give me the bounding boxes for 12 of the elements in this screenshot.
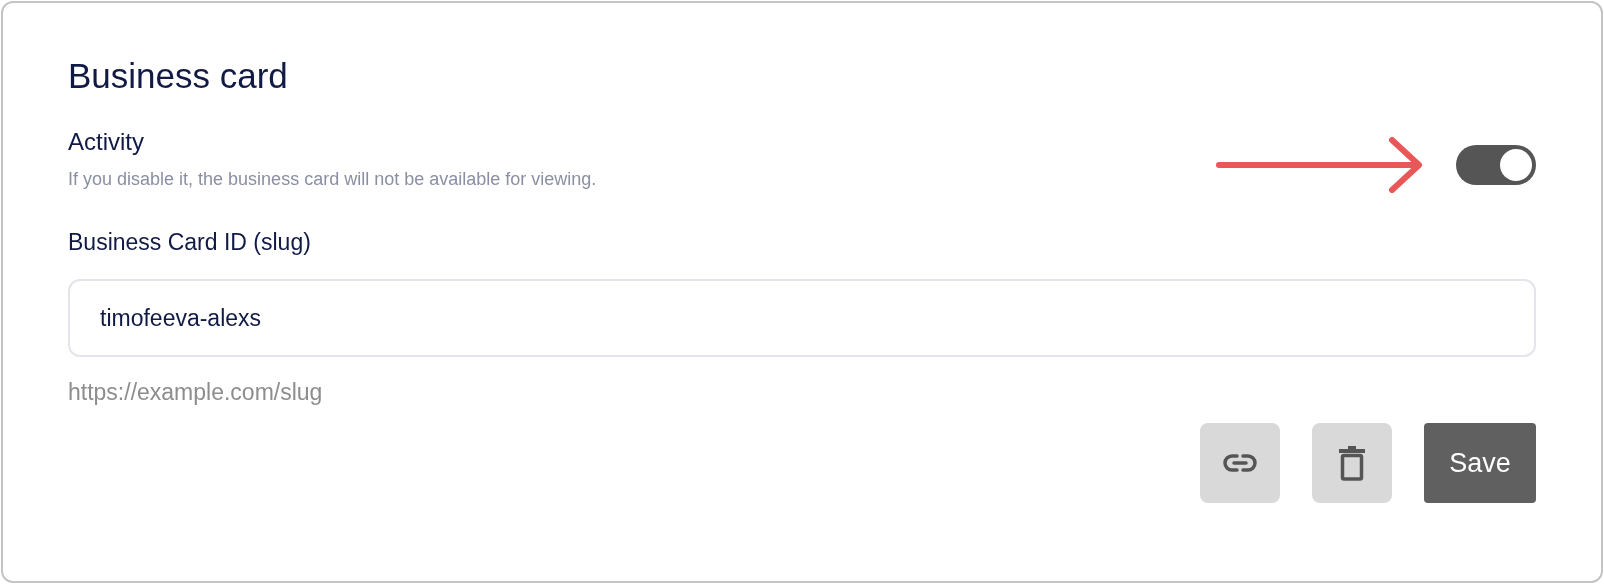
activity-toggle[interactable] — [1456, 145, 1536, 185]
slug-input-field[interactable]: timofeeva-alexs — [68, 279, 1536, 357]
delete-button[interactable] — [1312, 423, 1392, 503]
card-title: Business card — [68, 55, 289, 97]
copy-link-button[interactable] — [1200, 423, 1280, 503]
link-icon — [1223, 453, 1257, 473]
trash-icon — [1338, 445, 1366, 481]
activity-label: Activity — [68, 127, 145, 157]
activity-description: If you disable it, the business card will not be available for viewing. — [68, 168, 598, 191]
slug-url-hint: https://example.com/slug — [68, 378, 324, 407]
slug-label: Business Card ID (slug) — [68, 228, 312, 257]
save-button[interactable]: Save — [1424, 423, 1536, 503]
